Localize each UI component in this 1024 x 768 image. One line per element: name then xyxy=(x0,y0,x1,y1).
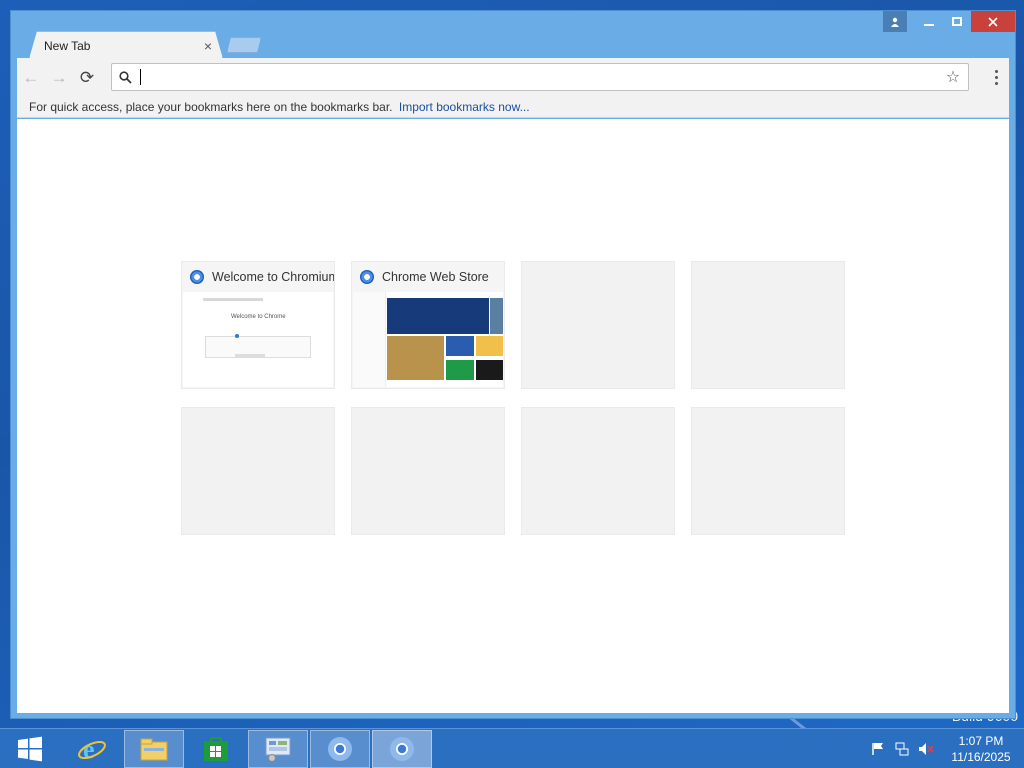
taskbar: e 1:07 PM 11/16/2025 xyxy=(0,728,1024,768)
store-button[interactable] xyxy=(186,730,246,768)
clock-time: 1:07 PM xyxy=(958,734,1004,748)
tab-new-tab[interactable]: New Tab × xyxy=(29,31,223,59)
most-visited-grid: Welcome to Chromium Welcome to Chrome Ch… xyxy=(181,261,845,535)
start-icon xyxy=(18,736,42,761)
network-icon[interactable] xyxy=(890,742,914,756)
reload-icon[interactable]: ⟳ xyxy=(73,64,101,92)
thumb-sidebar xyxy=(353,292,386,387)
profile-icon[interactable] xyxy=(883,11,907,32)
chromium-icon xyxy=(328,736,352,761)
taskbar-clock[interactable]: 1:07 PM 11/16/2025 xyxy=(938,733,1024,765)
store-icon xyxy=(204,736,228,761)
new-tab-page: Welcome to Chromium Welcome to Chrome Ch… xyxy=(17,119,1009,713)
thumb-dot xyxy=(235,334,239,338)
tab-close-icon[interactable]: × xyxy=(204,38,212,54)
bookmarks-bar: For quick access, place your bookmarks h… xyxy=(17,98,1009,118)
forward-arrow-icon[interactable]: → xyxy=(45,64,73,92)
clock-date: 11/16/2025 xyxy=(951,750,1011,764)
tile-title: Welcome to Chromium xyxy=(212,270,334,284)
maximize-icon xyxy=(952,17,962,26)
control-panel-button[interactable] xyxy=(248,729,308,768)
tile-thumbnail: Welcome to Chrome xyxy=(183,292,333,387)
file-explorer-icon xyxy=(140,738,168,760)
empty-tile xyxy=(691,407,845,535)
import-bookmarks-link[interactable]: Import bookmarks now... xyxy=(399,100,530,114)
thumb-app-tile xyxy=(476,336,503,356)
thumb-app-tile xyxy=(476,360,503,380)
empty-tile xyxy=(521,407,675,535)
start-button[interactable] xyxy=(0,730,60,768)
window-caption-buttons xyxy=(883,11,1015,32)
thumb-button xyxy=(235,354,265,358)
most-visited-tile[interactable]: Chrome Web Store xyxy=(351,261,505,389)
empty-tile xyxy=(351,407,505,535)
minimize-button[interactable] xyxy=(915,11,943,32)
chromium-taskbar-button[interactable] xyxy=(310,729,370,768)
file-explorer-button[interactable] xyxy=(124,729,184,768)
tile-thumbnail xyxy=(353,292,503,387)
tile-title: Chrome Web Store xyxy=(382,270,489,284)
close-window-button[interactable] xyxy=(971,11,1015,32)
empty-tile xyxy=(691,261,845,389)
close-icon xyxy=(988,16,998,27)
internet-explorer-button[interactable]: e xyxy=(62,730,122,768)
thumb-app-tile xyxy=(387,336,444,380)
browser-toolbar: ← → ⟳ ☆ xyxy=(17,58,1009,98)
maximize-button[interactable] xyxy=(943,11,971,32)
minimize-icon xyxy=(924,23,934,26)
volume-muted-icon[interactable] xyxy=(914,742,938,756)
most-visited-tile[interactable]: Welcome to Chromium Welcome to Chrome xyxy=(181,261,335,389)
chrome-menu-button[interactable] xyxy=(987,64,1005,90)
action-center-flag-icon[interactable] xyxy=(866,742,890,756)
back-arrow-icon[interactable]: ← xyxy=(17,64,45,92)
svg-text:e: e xyxy=(83,735,95,764)
address-input[interactable] xyxy=(141,65,938,89)
search-icon xyxy=(112,70,138,84)
thumb-banner xyxy=(387,298,489,334)
chromium-taskbar-button-active[interactable] xyxy=(372,729,432,768)
control-panel-icon xyxy=(265,737,291,762)
empty-tile xyxy=(521,261,675,389)
browser-window[interactable]: New Tab × ← → ⟳ ☆ For quick access, plac… xyxy=(10,10,1016,719)
web-store-favicon-icon xyxy=(360,270,374,284)
system-tray: 1:07 PM 11/16/2025 xyxy=(866,729,1024,768)
thumb-title: Welcome to Chrome xyxy=(231,314,286,320)
tab-title: New Tab xyxy=(44,38,91,53)
thumb-app-tile xyxy=(446,336,474,356)
new-tab-button[interactable] xyxy=(227,37,261,53)
chromium-icon xyxy=(390,736,414,761)
tile-header: Welcome to Chromium xyxy=(182,262,334,292)
chromium-favicon-icon xyxy=(190,270,204,284)
tile-header: Chrome Web Store xyxy=(352,262,504,292)
omnibox[interactable]: ☆ xyxy=(111,63,969,91)
empty-tile xyxy=(181,407,335,535)
internet-explorer-icon: e xyxy=(78,735,106,764)
thumb-header-bar xyxy=(203,298,263,301)
thumb-banner-side xyxy=(490,298,503,334)
bookmark-star-icon[interactable]: ☆ xyxy=(938,67,968,87)
thumb-app-tile xyxy=(446,360,474,380)
bookmarks-bar-message: For quick access, place your bookmarks h… xyxy=(29,100,393,114)
